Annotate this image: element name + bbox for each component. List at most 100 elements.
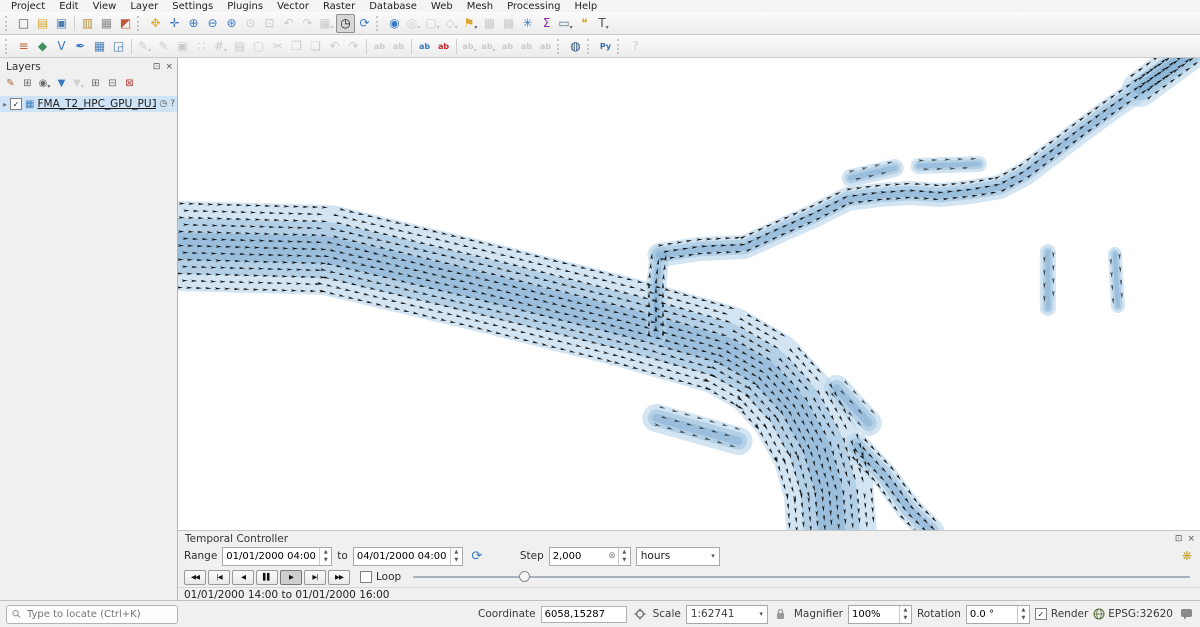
metasearch-button[interactable]: ◍	[566, 37, 585, 56]
step-clear-icon[interactable]: ⊗	[606, 548, 618, 565]
range-end-spinbox[interactable]: ▲▼	[353, 547, 463, 566]
spatial-bookmarks-dropdown-caret[interactable]: ▾	[474, 23, 477, 33]
open-layer-styling-button[interactable]: ✎	[2, 76, 19, 92]
current-edits-dropdown-caret[interactable]: ▾	[148, 46, 151, 56]
layer-name[interactable]: FMA_T2_HPC_GPU_PU1_10	[37, 98, 156, 110]
menu-vector[interactable]: Vector	[270, 1, 316, 12]
coordinate-box[interactable]	[541, 606, 627, 623]
layout-manager-button[interactable]: ▦	[97, 14, 116, 33]
manage-map-themes-dropdown-caret[interactable]: ▾	[47, 82, 50, 92]
scale-combo[interactable]: 1:62741 ▾	[686, 605, 768, 624]
spatial-bookmarks-button[interactable]: ⚑▾	[461, 14, 480, 33]
show-hide-labels-dropdown-caret[interactable]: ▾	[493, 46, 496, 56]
menu-view[interactable]: View	[86, 1, 124, 12]
new-geopackage-layer-button[interactable]: ◆	[33, 37, 52, 56]
layers-panel-float-icon[interactable]: ⊡	[153, 62, 161, 72]
new-virtual-layer-button[interactable]: ◲	[109, 37, 128, 56]
layers-panel-close-icon[interactable]: ×	[165, 62, 173, 72]
select-features-dropdown-caret[interactable]: ▾	[437, 23, 440, 33]
collapse-all-button[interactable]: ⊟	[104, 76, 121, 92]
temporal-slider-handle[interactable]	[519, 571, 530, 582]
temporal-controller-panel-button[interactable]: ◷	[336, 14, 355, 33]
menu-mesh[interactable]: Mesh	[460, 1, 500, 12]
pan-to-selection-button[interactable]: ✛	[165, 14, 184, 33]
menu-layer[interactable]: Layer	[123, 1, 165, 12]
skip-to-start-button[interactable]: |◀	[208, 570, 230, 585]
menu-settings[interactable]: Settings	[165, 1, 220, 12]
zoom-full-extent-button[interactable]: ⊛	[222, 14, 241, 33]
data-source-manager-button[interactable]: ≡	[14, 37, 33, 56]
range-end-input[interactable]	[354, 548, 450, 565]
menu-processing[interactable]: Processing	[500, 1, 567, 12]
refresh-map-button[interactable]: ⟳	[355, 14, 374, 33]
coordinate-input[interactable]	[542, 609, 626, 620]
step-spinbox[interactable]: ⊗ ▲▼	[549, 547, 631, 566]
python-console-button[interactable]: Py	[596, 37, 615, 56]
save-project-button[interactable]: ▣	[52, 14, 71, 33]
menu-plugins[interactable]: Plugins	[220, 1, 270, 12]
refresh-range-icon[interactable]: ⟳	[468, 547, 486, 565]
menu-web[interactable]: Web	[424, 1, 460, 12]
style-manager-button[interactable]: ◩	[116, 14, 135, 33]
toggle-unplaced-labels-button[interactable]: ab	[434, 37, 453, 56]
new-project-button[interactable]: □	[14, 14, 33, 33]
measure-button[interactable]: ▭▾	[556, 14, 575, 33]
render-checkbox[interactable]: ✓	[1035, 608, 1047, 620]
skip-to-end-button[interactable]: ▶|	[304, 570, 326, 585]
rotation-spinbox[interactable]: ▲▼	[966, 605, 1030, 624]
processing-toolbox-button[interactable]: ✳	[518, 14, 537, 33]
play-forward-button[interactable]: ▶	[280, 570, 302, 585]
measure-dropdown-caret[interactable]: ▾	[570, 23, 573, 33]
rewind-button[interactable]: ◀◀	[184, 570, 206, 585]
locator-input[interactable]	[25, 608, 172, 621]
menu-edit[interactable]: Edit	[52, 1, 85, 12]
scale-lock-icon[interactable]	[773, 606, 789, 622]
magnifier-input[interactable]	[849, 606, 899, 623]
identify-features-button[interactable]: ◉	[385, 14, 404, 33]
range-end-spinners[interactable]: ▲▼	[450, 548, 462, 565]
range-start-input[interactable]	[223, 548, 319, 565]
crs-button[interactable]: EPSG:32620	[1093, 608, 1173, 620]
layer-row[interactable]: ▸ ✓ ▦ FMA_T2_HPC_GPU_PU1_10 ◷ ?	[0, 96, 177, 112]
loop-checkbox[interactable]	[360, 571, 372, 583]
map-tips-button[interactable]: ❝	[575, 14, 594, 33]
rotation-spinners[interactable]: ▲▼	[1017, 606, 1029, 623]
remove-layer-button[interactable]: ⊠	[121, 76, 138, 92]
map-canvas[interactable]	[178, 58, 1200, 530]
magnifier-spinners[interactable]: ▲▼	[899, 606, 911, 623]
temporal-settings-gear-icon[interactable]: ❋	[1178, 547, 1196, 565]
open-project-button[interactable]: ▤	[33, 14, 52, 33]
layer-expand-arrow[interactable]: ▸	[3, 100, 7, 109]
statistical-summary-button[interactable]: Σ	[537, 14, 556, 33]
magnifier-spinbox[interactable]: ▲▼	[848, 605, 912, 624]
new-mesh-layer-button[interactable]: ▦	[90, 37, 109, 56]
menu-database[interactable]: Database	[362, 1, 424, 12]
deselect-features-dropdown-caret[interactable]: ▾	[455, 23, 458, 33]
layer-checkbox[interactable]: ✓	[10, 98, 22, 110]
run-feature-action-dropdown-caret[interactable]: ▾	[417, 23, 420, 33]
menu-project[interactable]: Project	[4, 1, 52, 12]
range-start-spinbox[interactable]: ▲▼	[222, 547, 332, 566]
temporal-panel-close-icon[interactable]: ×	[1187, 534, 1195, 544]
vertex-tool-dropdown-caret[interactable]: ▾	[224, 46, 227, 56]
step-input[interactable]	[550, 548, 606, 565]
zoom-in-button[interactable]: ⊕	[184, 14, 203, 33]
add-group-button[interactable]: ⊞	[19, 76, 36, 92]
messages-icon[interactable]	[1178, 606, 1194, 622]
pan-map-button[interactable]: ✥	[146, 14, 165, 33]
manage-map-themes-button[interactable]: ◉▾	[36, 76, 53, 92]
rotation-input[interactable]	[967, 606, 1017, 623]
text-annotation-dropdown-caret[interactable]: ▾	[606, 23, 609, 33]
fast-forward-button[interactable]: ▶▶	[328, 570, 350, 585]
pin-unpin-labels-dropdown-caret[interactable]: ▾	[474, 46, 477, 56]
range-start-spinners[interactable]: ▲▼	[319, 548, 331, 565]
new-print-layout-button[interactable]: ▥	[78, 14, 97, 33]
zoom-out-button[interactable]: ⊖	[203, 14, 222, 33]
step-unit-combo[interactable]: hours ▾	[636, 547, 720, 566]
coordinate-extents-icon[interactable]	[632, 606, 648, 622]
highlight-pinned-labels-button[interactable]: ab	[415, 37, 434, 56]
expand-all-button[interactable]: ⊞	[87, 76, 104, 92]
play-backward-button[interactable]: ◀	[232, 570, 254, 585]
new-shapefile-layer-button[interactable]: V	[52, 37, 71, 56]
filter-legend-button[interactable]: ▼	[53, 76, 70, 92]
